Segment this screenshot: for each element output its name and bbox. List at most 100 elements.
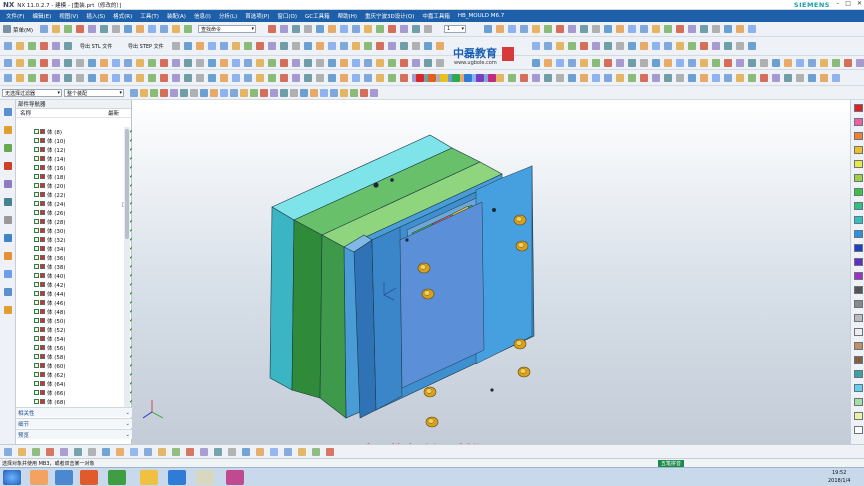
menu-item[interactable]: 首选项(P) (241, 12, 273, 20)
surface-tool-icon[interactable] (544, 74, 552, 82)
toolbar-tool-icon[interactable] (40, 25, 48, 33)
toolbar-tool-icon[interactable] (352, 42, 360, 50)
surface-tool-icon[interactable] (700, 74, 708, 82)
palette-swatch[interactable] (854, 300, 863, 308)
feature-tool-icon[interactable] (112, 59, 120, 67)
surface-tool-icon[interactable] (40, 74, 48, 82)
feature-tool-icon[interactable] (652, 59, 660, 67)
feature-tool-icon[interactable] (280, 59, 288, 67)
toolbar-tool-icon[interactable] (556, 25, 564, 33)
surface-tool-icon[interactable] (388, 74, 396, 82)
toolbar-tool-icon[interactable] (628, 42, 636, 50)
surface-tool-icon[interactable] (832, 74, 840, 82)
feature-tool-icon[interactable] (760, 59, 768, 67)
toolbar-tool-icon[interactable] (172, 42, 180, 50)
surface-tool-icon[interactable] (304, 74, 312, 82)
resource-tab-icon[interactable] (4, 270, 12, 278)
resource-tab-icon[interactable] (4, 234, 12, 242)
feature-tool-icon[interactable] (796, 59, 804, 67)
toolbar-tool-icon[interactable] (52, 25, 60, 33)
checkbox-icon[interactable] (34, 129, 39, 134)
bottom-tool-icon[interactable] (242, 448, 250, 456)
ime-indicator[interactable]: 五笔拼音 (658, 460, 685, 467)
palette-swatch[interactable] (854, 146, 863, 154)
toolbar-tool-icon[interactable] (304, 42, 312, 50)
palette-swatch[interactable] (854, 286, 863, 294)
checkbox-icon[interactable] (34, 390, 39, 395)
navigator-row[interactable]: 体 (12)✔ (34, 145, 134, 154)
bottom-tool-icon[interactable] (130, 448, 138, 456)
checkbox-icon[interactable] (34, 327, 39, 332)
navigator-row[interactable]: 体 (8)✔ (34, 127, 134, 136)
navigator-row[interactable]: 体 (10)✔ (34, 136, 134, 145)
mould-assembly-model[interactable] (132, 100, 850, 444)
navigator-row[interactable]: 体 (62)✔ (34, 370, 134, 379)
toolbar-tool-icon[interactable] (172, 25, 180, 33)
bottom-tool-icon[interactable] (116, 448, 124, 456)
checkbox-icon[interactable] (34, 183, 39, 188)
palette-swatch[interactable] (854, 356, 863, 364)
surface-tool-icon[interactable] (268, 74, 276, 82)
resource-tab-icon[interactable] (4, 288, 12, 296)
toolbar-tool-icon[interactable] (580, 42, 588, 50)
column-latest[interactable]: 最新 (108, 109, 119, 117)
surface-tool-icon[interactable] (712, 74, 720, 82)
toolbar-tool-icon[interactable] (376, 25, 384, 33)
toolbar-tool-icon[interactable] (664, 25, 672, 33)
feature-tool-icon[interactable] (772, 59, 780, 67)
find-command-input[interactable]: 查找命令 ▾ (198, 25, 256, 33)
snap-tool-icon[interactable] (290, 89, 298, 97)
toolbar-tool-icon[interactable] (280, 42, 288, 50)
toolbar-tool-icon[interactable] (184, 25, 192, 33)
color-swatch-icon[interactable] (440, 74, 448, 82)
surface-tool-icon[interactable] (292, 74, 300, 82)
feature-tool-icon[interactable] (220, 59, 228, 67)
feature-tool-icon[interactable] (328, 59, 336, 67)
feature-tool-icon[interactable] (568, 59, 576, 67)
surface-tool-icon[interactable] (208, 74, 216, 82)
surface-tool-icon[interactable] (748, 74, 756, 82)
feature-tool-icon[interactable] (292, 59, 300, 67)
palette-swatch[interactable] (854, 412, 863, 420)
toolbar-tool-icon[interactable] (76, 25, 84, 33)
snap-tool-icon[interactable] (250, 89, 258, 97)
snap-tool-icon[interactable] (260, 89, 268, 97)
toolbar-tool-icon[interactable] (748, 42, 756, 50)
feature-tool-icon[interactable] (160, 59, 168, 67)
toolbar-tool-icon[interactable] (748, 25, 756, 33)
navigator-row[interactable]: 体 (32)✔ (34, 235, 134, 244)
snap-tool-icon[interactable] (270, 89, 278, 97)
snap-tool-icon[interactable] (370, 89, 378, 97)
menu-item[interactable]: HB_MOULD M6.7 (454, 13, 508, 19)
toolbar-tool-icon[interactable] (604, 25, 612, 33)
feature-tool-icon[interactable] (196, 59, 204, 67)
snap-tool-icon[interactable] (140, 89, 148, 97)
resource-tab-icon[interactable] (4, 108, 12, 116)
palette-swatch[interactable] (854, 104, 863, 112)
navigator-row[interactable]: 体 (30)✔ (34, 226, 134, 235)
palette-swatch[interactable] (854, 328, 863, 336)
snap-tool-icon[interactable] (210, 89, 218, 97)
clock-time[interactable]: 19:52 (832, 470, 846, 476)
feature-tool-icon[interactable] (832, 59, 840, 67)
toolbar-tool-icon[interactable] (388, 25, 396, 33)
toolbar-tool-icon[interactable] (496, 25, 504, 33)
snap-tool-icon[interactable] (240, 89, 248, 97)
bottom-tool-icon[interactable] (88, 448, 96, 456)
feature-tool-icon[interactable] (616, 59, 624, 67)
checkbox-icon[interactable] (34, 336, 39, 341)
toolbar-tool-icon[interactable] (568, 42, 576, 50)
feature-tool-icon[interactable] (4, 59, 12, 67)
feature-tool-icon[interactable] (604, 59, 612, 67)
navigator-row[interactable]: 体 (24)✔ (34, 199, 134, 208)
surface-tool-icon[interactable] (604, 74, 612, 82)
menu-item[interactable]: 装配(A) (163, 12, 190, 20)
surface-tool-icon[interactable] (664, 74, 672, 82)
feature-tool-icon[interactable] (700, 59, 708, 67)
surface-tool-icon[interactable] (280, 74, 288, 82)
toolbar-tool-icon[interactable] (712, 25, 720, 33)
snap-tool-icon[interactable] (180, 89, 188, 97)
bottom-tool-icon[interactable] (46, 448, 54, 456)
taskbar-app-icon[interactable] (196, 470, 214, 485)
toolbar-tool-icon[interactable] (544, 42, 552, 50)
